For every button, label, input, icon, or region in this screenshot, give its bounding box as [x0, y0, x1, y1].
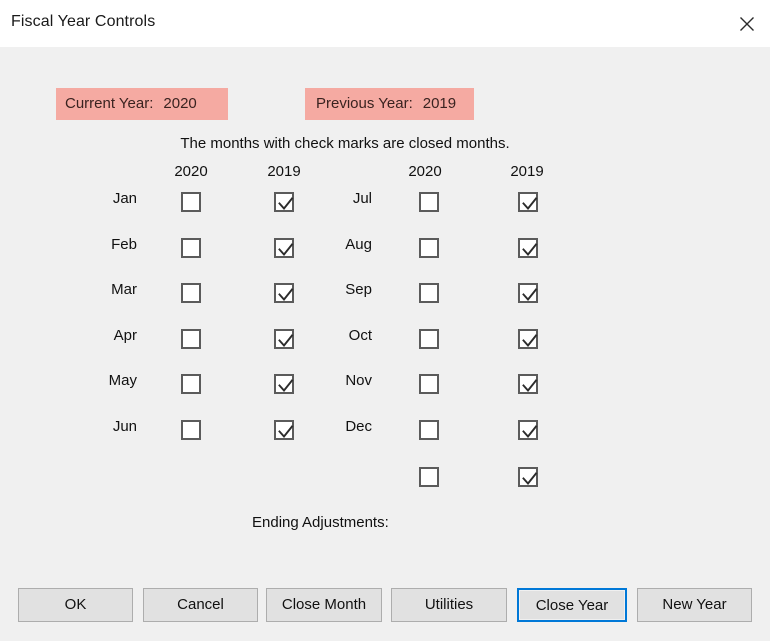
checkbox-jun-2020[interactable]: [181, 419, 201, 440]
checkbox-mar-2019[interactable]: [274, 283, 294, 303]
column-header-current-left: 2020: [174, 163, 208, 180]
month-grid: 2020 2019 2020 2019 Jan Feb Mar Apr May Jun Ju…: [0, 47, 770, 531]
checkbox-jun-2019[interactable]: [274, 419, 294, 440]
checkbox-aug-2020[interactable]: [419, 237, 439, 258]
month-label-apr: Apr: [113, 326, 137, 344]
month-label-sep: Sep: [345, 281, 372, 298]
checkbox-jan-2019[interactable]: [274, 192, 294, 212]
column-header-previous-right: 2019: [510, 163, 544, 180]
title-bar: Fiscal Year Controls: [0, 0, 770, 47]
close-year-button[interactable]: Close Year: [517, 588, 627, 622]
checkbox-dec-2020[interactable]: [419, 419, 439, 440]
month-label-aug: Aug: [345, 235, 372, 253]
checkbox-may-2020[interactable]: [181, 374, 201, 394]
utilities-button[interactable]: Utilities: [391, 588, 507, 622]
month-label-may: May: [108, 372, 137, 389]
cancel-button[interactable]: Cancel: [143, 588, 258, 622]
checkbox-mar-2020[interactable]: [181, 283, 201, 303]
checkbox-apr-2019[interactable]: [274, 328, 294, 349]
checkbox-dec-2019[interactable]: [518, 419, 538, 440]
checkbox-ending-adjustments-current[interactable]: [419, 467, 439, 487]
checkbox-ending-adjustments-previous[interactable]: [518, 467, 538, 487]
checkbox-oct-2020[interactable]: [419, 328, 439, 349]
checkbox-nov-2020[interactable]: [419, 374, 439, 394]
month-label-jul: Jul: [352, 190, 372, 207]
checkbox-oct-2019[interactable]: [518, 328, 538, 349]
close-month-button[interactable]: Close Month: [266, 588, 382, 622]
column-header-previous-left: 2019: [267, 163, 301, 180]
checkbox-feb-2020[interactable]: [181, 237, 201, 258]
dialog-body: Current Year: 2020 Previous Year: 2019 The…: [0, 47, 770, 622]
month-label-nov: Nov: [345, 372, 372, 389]
fiscal-year-controls-dialog: Fiscal Year Controls Current Year: 2020 P…: [0, 0, 770, 622]
month-label-oct: Oct: [348, 326, 372, 344]
month-label-jun: Jun: [112, 417, 137, 435]
checkbox-feb-2019[interactable]: [274, 237, 294, 258]
checkbox-sep-2019[interactable]: [518, 283, 538, 303]
column-header-current-right: 2020: [408, 163, 442, 180]
checkbox-may-2019[interactable]: [274, 374, 294, 394]
window-title: Fiscal Year Controls: [11, 13, 156, 30]
ending-adjustments-label: Ending Adjustments:: [252, 514, 389, 531]
month-label-feb: Feb: [111, 235, 137, 253]
month-label-dec: Dec: [345, 417, 372, 435]
checkbox-sep-2020[interactable]: [419, 283, 439, 303]
checkbox-jan-2020[interactable]: [181, 192, 201, 212]
new-year-button[interactable]: New Year: [637, 588, 752, 622]
checkbox-apr-2020[interactable]: [181, 328, 201, 349]
checkbox-nov-2019[interactable]: [518, 374, 538, 394]
checkbox-jul-2020[interactable]: [419, 192, 439, 212]
close-icon[interactable]: [724, 0, 770, 47]
checkbox-jul-2019[interactable]: [518, 192, 538, 212]
month-label-mar: Mar: [111, 281, 137, 298]
button-bar: OK Cancel Close Month Utilities Close Year Ne…: [0, 581, 770, 641]
checkbox-aug-2019[interactable]: [518, 237, 538, 258]
month-label-jan: Jan: [112, 190, 137, 207]
ok-button[interactable]: OK: [18, 588, 133, 622]
